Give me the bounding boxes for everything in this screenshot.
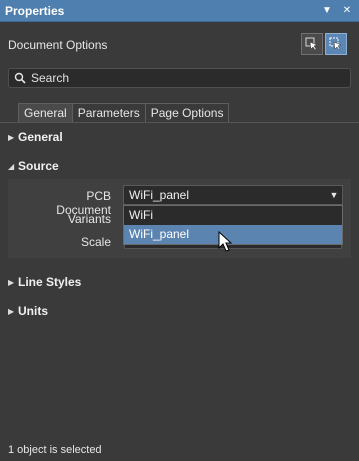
select-filter-icon <box>305 37 318 51</box>
section-source-label: Source <box>18 159 59 173</box>
selection-cursor-icon <box>329 37 342 51</box>
section-general-label: General <box>18 130 63 144</box>
selection-cursor-button[interactable] <box>325 33 347 55</box>
tab-general[interactable]: General <box>18 103 73 123</box>
scale-label: Scale <box>80 235 111 249</box>
mouse-cursor-icon <box>218 231 232 252</box>
scale-field[interactable] <box>124 245 342 249</box>
search-box[interactable] <box>8 68 351 88</box>
pcb-document-select[interactable]: WiFi_panel ▼ <box>123 185 343 205</box>
select-filter-button[interactable] <box>301 33 323 55</box>
tab-divider <box>0 122 359 123</box>
dropdown-option-wifi-panel[interactable]: WiFi_panel <box>124 225 342 244</box>
section-units-label: Units <box>18 304 48 318</box>
collapsed-arrow-icon: ▶ <box>8 277 15 287</box>
pin-dropdown-icon[interactable]: ▼ <box>319 3 335 19</box>
section-line-styles-label: Line Styles <box>18 275 82 289</box>
variants-label: Variants <box>67 212 111 226</box>
close-icon[interactable]: ✕ <box>339 3 355 19</box>
collapsed-arrow-icon: ▶ <box>8 306 15 316</box>
dropdown-option-wifi[interactable]: WiFi <box>124 206 342 225</box>
section-units[interactable]: ▶ Units <box>8 304 48 318</box>
panel-title: Properties <box>5 3 65 18</box>
pcb-document-value: WiFi_panel <box>129 188 190 202</box>
tab-parameters[interactable]: Parameters <box>71 103 146 123</box>
section-line-styles[interactable]: ▶ Line Styles <box>8 275 81 289</box>
chevron-down-icon[interactable]: ▼ <box>326 190 342 200</box>
section-source[interactable]: ◢ Source <box>8 159 59 173</box>
document-options-label: Document Options <box>8 38 108 52</box>
search-input[interactable] <box>31 71 350 85</box>
collapsed-arrow-icon: ▶ <box>8 132 15 142</box>
tab-bar: General Parameters Page Options <box>18 103 230 123</box>
panel-title-bar: Properties ▼ ✕ <box>0 0 359 22</box>
expanded-arrow-icon: ◢ <box>8 161 15 171</box>
section-general[interactable]: ▶ General <box>8 130 63 144</box>
pcb-document-dropdown: WiFi WiFi_panel <box>123 205 343 245</box>
tab-page-options[interactable]: Page Options <box>144 103 230 123</box>
selection-status: 1 object is selected <box>8 444 102 456</box>
search-icon <box>9 72 31 84</box>
